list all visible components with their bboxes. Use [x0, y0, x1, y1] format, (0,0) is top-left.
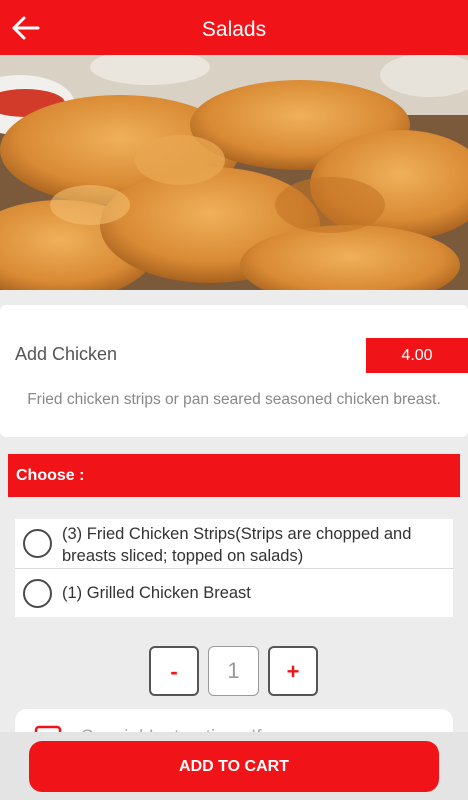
option-label: (3) Fried Chicken Strips(Strips are chop…: [62, 525, 412, 565]
radio-button[interactable]: [23, 579, 52, 608]
quantity-value: 1: [208, 646, 259, 696]
option-fried-chicken-strips[interactable]: (3) Fried Chicken Strips(Strips are chop…: [15, 519, 453, 569]
option-label: (1) Grilled Chicken Breast: [62, 584, 251, 602]
app-header: Salads: [0, 0, 468, 55]
radio-button[interactable]: [23, 529, 52, 558]
product-image: [0, 55, 468, 290]
decrease-quantity-button[interactable]: -: [149, 646, 199, 696]
add-to-cart-button[interactable]: ADD TO CART: [29, 741, 439, 792]
choose-header: Choose :: [8, 454, 460, 497]
page-title: Salads: [201, 18, 267, 41]
options-list: (3) Fried Chicken Strips(Strips are chop…: [15, 519, 453, 617]
option-grilled-chicken-breast[interactable]: (1) Grilled Chicken Breast: [15, 569, 453, 617]
increase-quantity-button[interactable]: +: [268, 646, 318, 696]
item-name: Add Chicken: [15, 344, 118, 364]
item-description: Fried chicken strips or pan seared seaso…: [27, 391, 441, 408]
price-badge: 4.00: [366, 338, 468, 373]
